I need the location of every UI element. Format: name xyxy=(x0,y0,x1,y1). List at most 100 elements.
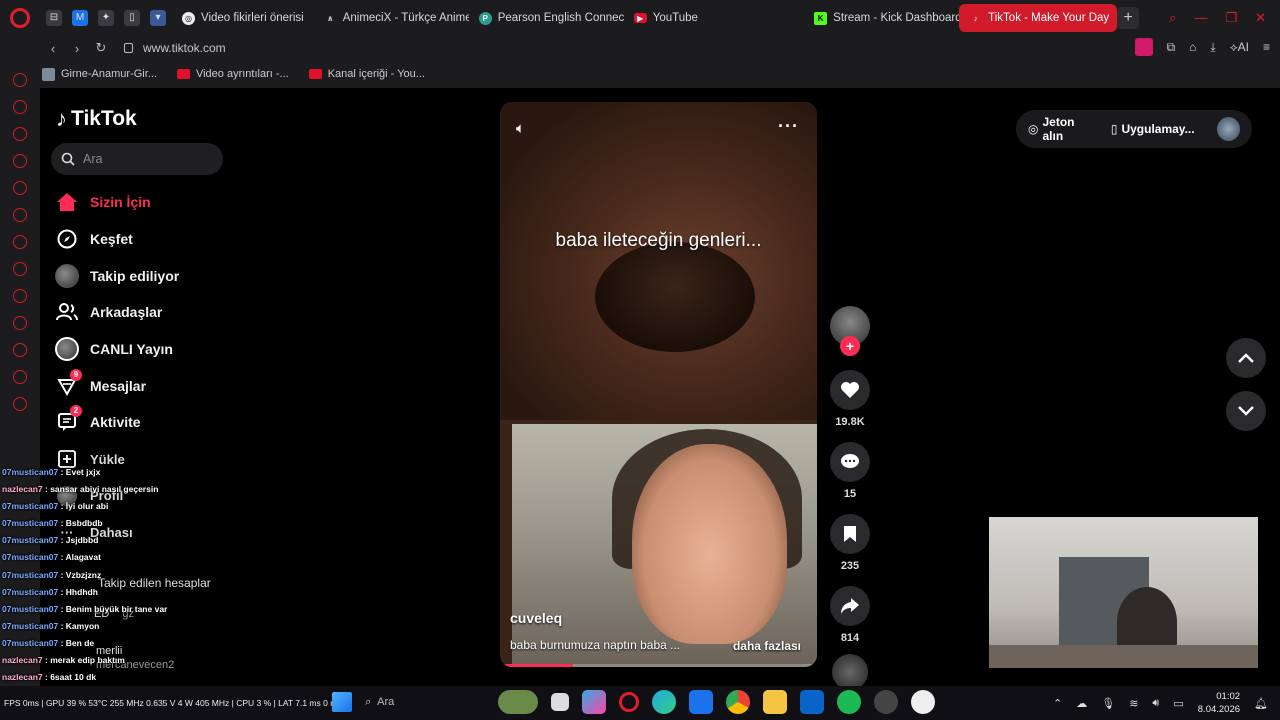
save-button[interactable] xyxy=(830,514,870,554)
tray-overflow-icon[interactable]: ⌃ xyxy=(1053,697,1062,710)
back-icon[interactable]: ‹ xyxy=(42,41,64,56)
onedrive-icon[interactable]: ☁ xyxy=(1076,697,1087,710)
next-video-button[interactable] xyxy=(1226,391,1266,431)
sidebar-icon[interactable] xyxy=(13,100,27,114)
chat-text: 6saat 10 dk xyxy=(50,672,97,683)
share-button[interactable] xyxy=(830,586,870,626)
taskbar-search[interactable]: ⌕ Ara xyxy=(365,690,485,714)
previous-video-button[interactable] xyxy=(1226,338,1266,378)
store-icon[interactable] xyxy=(689,690,713,714)
forward-icon[interactable]: › xyxy=(66,41,88,56)
search-tabs-icon[interactable]: ⌕ xyxy=(1169,10,1176,26)
extension-icon[interactable] xyxy=(1134,38,1153,56)
tab-video-ideas[interactable]: ◎ Video fikirleri önerisi xyxy=(172,4,314,32)
windows-start-icon[interactable] xyxy=(332,692,352,712)
profile-icon[interactable]: ⌂ xyxy=(1189,40,1196,54)
sidebar-whatsapp-icon[interactable] xyxy=(13,235,27,249)
video-progress-bar[interactable] xyxy=(500,664,817,667)
sidebar-icon[interactable] xyxy=(13,127,27,141)
nav-following[interactable]: Takip ediliyor xyxy=(54,257,179,294)
copilot-icon[interactable] xyxy=(582,690,606,714)
sidebar-instagram-icon[interactable] xyxy=(13,262,27,276)
like-button[interactable] xyxy=(830,370,870,410)
puzzle-icon[interactable]: ⧉ xyxy=(1167,40,1176,55)
edge-icon[interactable] xyxy=(652,690,676,714)
sidebar-twitch-icon[interactable] xyxy=(13,181,27,195)
pinned-tab-icon[interactable]: M xyxy=(72,10,88,26)
steam-icon[interactable] xyxy=(874,690,898,714)
new-tab-button[interactable]: + xyxy=(1117,7,1140,29)
sidebar-x-icon[interactable] xyxy=(13,289,27,303)
sidebar-clock-icon[interactable] xyxy=(13,397,27,411)
chevron-up-icon xyxy=(1238,353,1254,363)
reload-icon[interactable]: ↻ xyxy=(90,40,112,56)
ai-button[interactable]: ⟡AI xyxy=(1230,40,1249,55)
nav-for-you[interactable]: Sizin İçin xyxy=(54,184,179,221)
opera-logo-icon[interactable] xyxy=(0,0,40,36)
maximize-icon[interactable]: ❐ xyxy=(1225,10,1237,26)
pinned-tab-icon[interactable]: ▾ xyxy=(150,10,166,26)
creator-avatar[interactable]: + xyxy=(830,306,870,356)
chat-message: 07mustican07 : Ben de xyxy=(2,637,95,648)
pinned-tab-icon[interactable]: ⊟ xyxy=(46,10,62,26)
clock[interactable]: 01:02 8.04.2026 xyxy=(1198,690,1240,716)
file-explorer-icon[interactable] xyxy=(763,690,787,714)
tab-animecix[interactable]: ∧ AnimeciX - Türkçe Anime xyxy=(314,4,469,32)
animecix-icon: ∧ xyxy=(326,13,334,23)
video-player[interactable]: 🔈︎ ··· baba ileteceğin genleri... cuvele… xyxy=(500,102,817,667)
nav-explore[interactable]: Keşfet xyxy=(54,221,179,258)
music-disc-avatar[interactable] xyxy=(832,654,868,690)
search-input[interactable] xyxy=(83,152,213,166)
get-coins-button[interactable]: ◎ Jeton alın xyxy=(1028,115,1097,143)
follow-plus-icon[interactable]: + xyxy=(840,336,860,356)
chrome-icon[interactable] xyxy=(726,690,750,714)
tab-pearson[interactable]: P Pearson English Connect xyxy=(469,4,624,32)
bookmark-item[interactable]: Girne-Anamur-Gir... xyxy=(42,67,157,81)
task-view-icon[interactable] xyxy=(551,693,569,711)
search-box[interactable] xyxy=(51,143,223,175)
sidebar-send-icon[interactable] xyxy=(13,370,27,384)
tiktok-logo[interactable]: ♪ TikTok xyxy=(56,106,137,132)
sidebar-discord-icon[interactable] xyxy=(13,316,27,330)
nav-live[interactable]: CANLI Yayın xyxy=(54,331,179,368)
more-link[interactable]: daha fazlası xyxy=(733,639,801,653)
url-field[interactable]: www.tiktok.com xyxy=(124,41,226,55)
messages-icon: 9 xyxy=(54,368,82,399)
chat-username: 07mustican07 xyxy=(2,535,59,546)
nav-friends[interactable]: Arkadaşlar xyxy=(54,294,179,331)
webcam-overlay xyxy=(989,517,1258,668)
get-app-button[interactable]: ▯ Uygulamay... xyxy=(1111,122,1195,136)
unreal-icon[interactable] xyxy=(911,690,935,714)
bookmark-item[interactable]: Video ayrıntıları -... xyxy=(176,68,289,80)
sidebar-icon[interactable] xyxy=(13,154,27,168)
tab-tiktok[interactable]: ♪ TikTok - Make Your Day xyxy=(959,4,1118,32)
minimize-icon[interactable]: — xyxy=(1194,10,1207,26)
pinned-tab-icon[interactable]: ✦ xyxy=(98,10,114,26)
bookmark-item[interactable]: Kanal içeriği - You... xyxy=(308,68,425,80)
sidebar-history-icon[interactable] xyxy=(13,73,27,87)
pinned-tab-icon[interactable]: ▯ xyxy=(124,10,140,26)
turtle-widget-icon[interactable] xyxy=(498,690,538,714)
sidebar-messenger-icon[interactable] xyxy=(13,208,27,222)
comment-button[interactable] xyxy=(830,442,870,482)
battery-icon[interactable]: ▭ xyxy=(1173,697,1183,710)
user-avatar[interactable] xyxy=(1216,117,1240,141)
menu-icon[interactable]: ≡ xyxy=(1263,40,1270,54)
nav-messages[interactable]: 9 Mesajlar xyxy=(54,367,179,404)
microphone-icon[interactable]: 🎙︎ xyxy=(1101,697,1115,710)
wifi-icon[interactable]: ≋ xyxy=(1129,697,1138,710)
video-author[interactable]: cuveleq xyxy=(510,610,562,626)
tab-kick[interactable]: K Stream - Kick Dashboard xyxy=(804,4,959,32)
volume-icon[interactable]: 🔊︎ xyxy=(1152,697,1159,710)
download-icon[interactable]: ⤓ xyxy=(1210,40,1215,55)
outlook-icon[interactable] xyxy=(800,690,824,714)
notification-bell-icon[interactable]: 🔔︎ xyxy=(1254,697,1268,710)
sidebar-icon[interactable] xyxy=(13,343,27,357)
opera-icon[interactable] xyxy=(619,692,639,712)
video-options-icon[interactable]: ··· xyxy=(778,116,799,137)
mute-icon[interactable]: 🔈︎ xyxy=(516,120,525,137)
nav-activity[interactable]: 2 Aktivite xyxy=(54,404,179,441)
spotify-icon[interactable] xyxy=(837,690,861,714)
close-icon[interactable]: ✕ xyxy=(1255,10,1266,26)
tab-youtube[interactable]: ▶ YouTube xyxy=(624,4,708,32)
